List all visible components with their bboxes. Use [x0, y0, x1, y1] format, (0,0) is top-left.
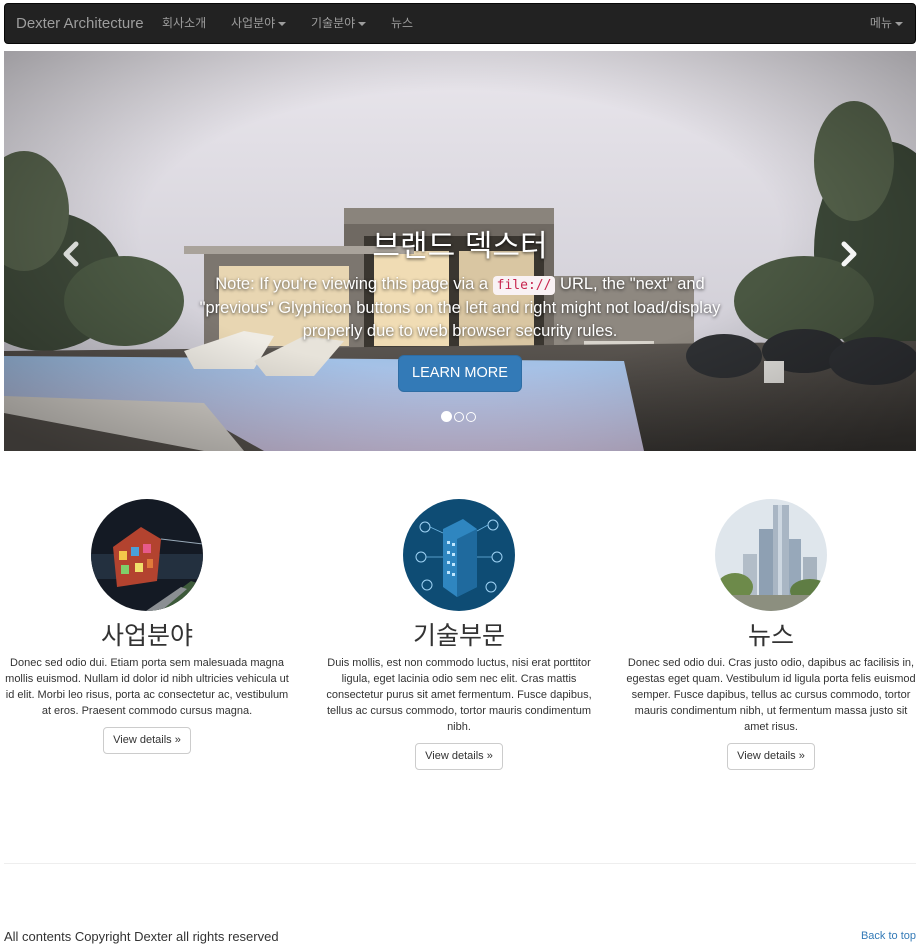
feature-title: 사업분야: [100, 621, 193, 650]
technology-thumbnail: [403, 499, 515, 611]
footer-copyright: All contents Copyright Dexter all rights…: [4, 929, 279, 944]
feature-text: Duis mollis, est non commodo luctus, nis…: [326, 657, 592, 733]
hero-carousel: 브랜드 덱스터 Note: If you're viewing this pag…: [4, 51, 916, 451]
carousel-prev-control[interactable]: [52, 234, 92, 274]
feature-text: Donec sed odio dui. Cras justo odio, dap…: [626, 657, 916, 733]
view-details-button[interactable]: View details »: [727, 743, 815, 770]
carousel-indicator-2[interactable]: [454, 412, 464, 422]
business-thumbnail: [91, 499, 203, 611]
view-details-button[interactable]: View details »: [415, 743, 503, 770]
learn-more-button[interactable]: LEARN MORE: [398, 355, 522, 392]
nav-item-label: 회사소개: [162, 16, 207, 30]
caret-down-icon: [358, 21, 367, 26]
carousel-next-control[interactable]: [828, 234, 868, 274]
note-code: file://: [492, 276, 556, 295]
carousel-indicators: [440, 411, 477, 424]
feature-title: 뉴스: [747, 621, 794, 650]
carousel-indicator-1[interactable]: [441, 411, 452, 422]
footer-divider: [4, 863, 916, 864]
nav-item-label: 기술분야: [311, 16, 356, 30]
note-text-before: Note: If you're viewing this page via a: [215, 275, 493, 293]
carousel-title: 브랜드 덱스터: [372, 229, 548, 264]
chevron-right-icon: [841, 241, 857, 267]
carousel-note: Note: If you're viewing this page via a …: [184, 273, 736, 343]
nav-item-label: 뉴스: [391, 16, 414, 30]
nav-item-label: 사업분야: [231, 16, 276, 30]
nav-item-about[interactable]: 회사소개: [162, 4, 206, 43]
feature-business: 사업분야 Donec sed odio dui. Etiam porta sem…: [2, 499, 292, 754]
nav-item-label: 메뉴: [869, 16, 892, 30]
news-thumbnail: [715, 499, 827, 611]
chevron-left-icon: [63, 241, 79, 267]
navbar: Dexter Architecture 회사소개 사업분야 기술분야 뉴스 메뉴: [4, 3, 916, 44]
back-to-top-link[interactable]: Back to top: [861, 930, 916, 942]
nav-item-news[interactable]: 뉴스: [391, 4, 413, 43]
nav-item-business[interactable]: 사업분야: [231, 4, 287, 43]
feature-news: 뉴스 Donec sed odio dui. Cras justo odio, …: [626, 499, 916, 770]
feature-title: 기술부문: [412, 621, 505, 650]
nav-item-technology[interactable]: 기술분야: [311, 4, 367, 43]
view-details-button[interactable]: View details »: [103, 727, 191, 754]
brand-link[interactable]: Dexter Architecture: [16, 4, 144, 43]
carousel-indicator-3[interactable]: [466, 412, 476, 422]
feature-text: Donec sed odio dui. Etiam porta sem male…: [5, 657, 289, 717]
carousel-caption: 브랜드 덱스터 Note: If you're viewing this pag…: [184, 229, 736, 392]
feature-technology: 기술부문 Duis mollis, est non commodo luctus…: [314, 499, 604, 770]
nav-menu-dropdown[interactable]: 메뉴: [870, 4, 903, 43]
caret-down-icon: [278, 21, 287, 26]
caret-down-icon: [895, 21, 903, 26]
